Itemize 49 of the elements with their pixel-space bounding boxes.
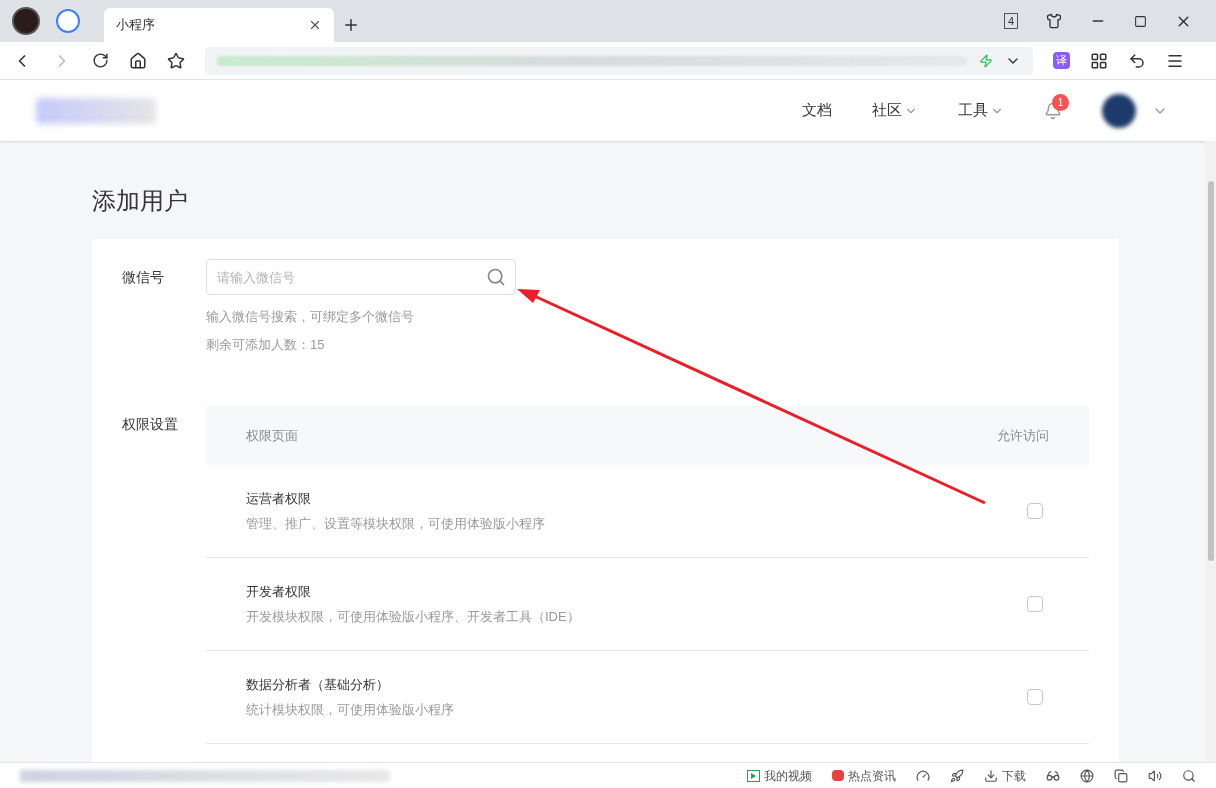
column-header: 允许访问 — [997, 426, 1049, 445]
checkbox[interactable] — [1027, 689, 1043, 705]
download-icon — [984, 768, 998, 783]
permission-name: 数据分析者（基础分析） — [246, 675, 390, 694]
status-bar-item[interactable]: 下载 — [984, 766, 1026, 785]
remaining-count: 剩余可添加人数：15 — [206, 335, 326, 354]
field-hint: 输入微信号搜索，可绑定多个微信号 — [206, 308, 415, 326]
maximize-icon[interactable] — [1134, 14, 1147, 28]
speaker-icon[interactable] — [1148, 768, 1162, 783]
checkbox[interactable] — [1027, 596, 1043, 612]
search-icon[interactable] — [486, 267, 506, 287]
search-icon[interactable] — [1182, 768, 1196, 783]
notification-badge: 1 — [1052, 93, 1069, 111]
checkbox[interactable] — [1027, 503, 1043, 519]
browser-logo-icon[interactable] — [12, 7, 40, 35]
permission-name: 开发者权限 — [246, 582, 312, 601]
permission-description: 管理、推广、设置等模块权限，可使用体验版小程序 — [246, 515, 546, 533]
field-label: 微信号 — [122, 268, 165, 287]
page-title: 添加用户 — [92, 186, 189, 216]
glasses-icon[interactable] — [1046, 768, 1060, 783]
nav-link[interactable]: 社区 — [872, 99, 918, 122]
globe-icon[interactable] — [1080, 768, 1094, 783]
permission-description: 开发模块权限，可使用体验版小程序、开发者工具（IDE） — [246, 608, 581, 626]
field-label: 权限设置 — [122, 415, 179, 434]
shirt-icon[interactable] — [1046, 13, 1062, 29]
undo-icon[interactable] — [1128, 51, 1146, 70]
new-tab-icon[interactable] — [342, 16, 360, 34]
tab-count[interactable]: 4 — [1003, 13, 1018, 29]
column-header: 权限页面 — [246, 426, 299, 445]
home-icon[interactable] — [129, 51, 147, 70]
grid-icon[interactable] — [1090, 51, 1108, 70]
rocket-icon[interactable] — [950, 768, 964, 783]
window-icon[interactable] — [1114, 768, 1128, 783]
wechat-search-field[interactable]: 请输入微信号 — [206, 259, 516, 295]
play-icon — [747, 769, 760, 782]
close-icon[interactable] — [308, 18, 322, 32]
status-bar-item[interactable]: 我的视频 — [747, 766, 812, 785]
scrollbar[interactable] — [1205, 141, 1216, 762]
translate-button[interactable]: 译 — [1053, 52, 1070, 69]
permission-name: 运营者权限 — [246, 489, 312, 508]
star-icon[interactable] — [167, 51, 185, 70]
avatar[interactable] — [1102, 93, 1136, 128]
status-bar-item[interactable]: 热点资讯 — [832, 766, 896, 785]
nav-link[interactable]: 文档 — [802, 99, 832, 122]
gauge-icon[interactable] — [916, 768, 930, 783]
nav-link[interactable]: 工具 — [958, 99, 1004, 122]
browser-tab[interactable]: 小程序 — [104, 8, 334, 42]
permission-description: 统计模块权限，可使用体验版小程序 — [246, 701, 455, 719]
reload-icon[interactable] — [92, 52, 109, 69]
